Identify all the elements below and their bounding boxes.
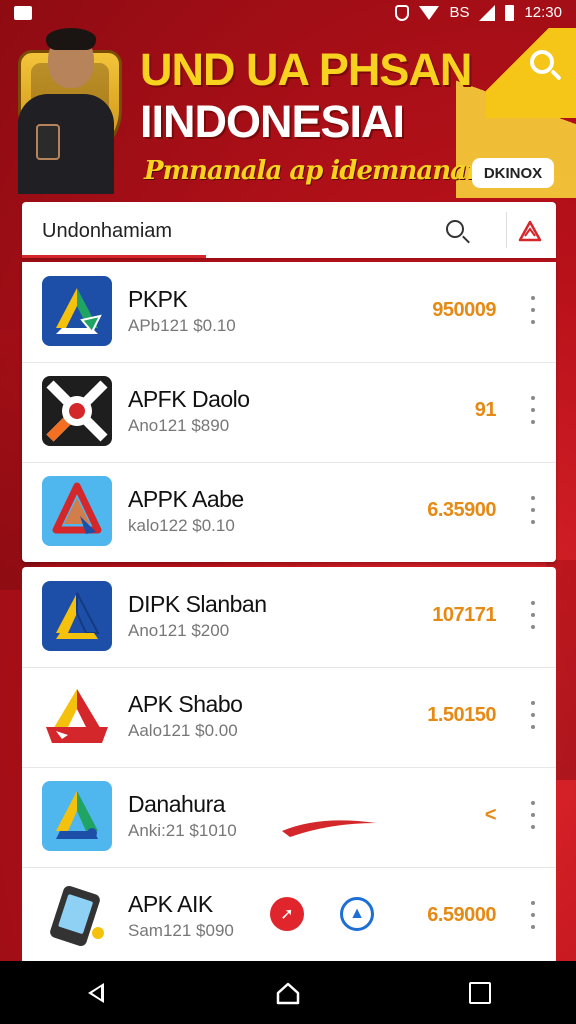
- drive-app-icon: [42, 681, 112, 751]
- app-name: Danahura: [128, 791, 226, 817]
- app-meta: Sam121 $090: [128, 921, 234, 940]
- status-bar: BS 12:30: [0, 0, 576, 28]
- more-options-icon[interactable]: [526, 296, 540, 324]
- home-icon: [276, 982, 300, 1004]
- list-item[interactable]: Danahura Anki:21 $1010 <: [22, 767, 556, 867]
- aperture-app-icon: [42, 376, 112, 446]
- drive-app-icon: [42, 276, 112, 346]
- app-value: 950009: [432, 299, 496, 321]
- app-name: APK AIK: [128, 891, 213, 917]
- app-name: APK Shabo: [128, 691, 243, 717]
- list-item[interactable]: PKPK APb121 $0.10 950009: [22, 262, 556, 362]
- list-item[interactable]: APPK Aabe kalo122 $0.10 6.35900: [22, 462, 556, 562]
- battery-icon: [505, 4, 515, 21]
- warning-icon[interactable]: [508, 216, 552, 246]
- triangle-app-icon: [42, 476, 112, 546]
- app-meta: Ano121 $200: [128, 621, 230, 640]
- back-button[interactable]: [66, 968, 126, 1018]
- search-icon[interactable]: [446, 220, 464, 238]
- signal-icon: [479, 4, 496, 21]
- send-icon[interactable]: ➚: [270, 897, 304, 931]
- banner-title-line2: IINDONESIAI: [140, 96, 405, 147]
- more-options-icon[interactable]: [526, 701, 540, 729]
- notification-icon: [14, 6, 32, 20]
- banner-tagline: Pmnanala ap idemnanana.: [144, 156, 509, 186]
- search-icon: [530, 50, 554, 74]
- phone-icon: [36, 124, 60, 160]
- more-options-icon[interactable]: [526, 801, 540, 829]
- recents-icon: [469, 981, 491, 1004]
- app-value: 6.59000: [427, 904, 496, 926]
- network-label: BS: [449, 4, 470, 21]
- recents-button[interactable]: [450, 968, 510, 1018]
- app-value: 6.35900: [427, 499, 496, 521]
- banner-title-line1: UND UA PHSAN: [140, 44, 472, 95]
- app-value: 91: [474, 399, 497, 421]
- clock: 12:30: [524, 4, 562, 21]
- divider: [506, 212, 507, 248]
- app-name: DIPK Slanban: [128, 591, 267, 617]
- app-meta: APb121 $0.10: [128, 316, 236, 335]
- smartphone-app-icon: [42, 881, 112, 951]
- drive-app-icon: [42, 781, 112, 851]
- app-meta: Ano121 $890: [128, 416, 230, 435]
- search-bar[interactable]: Undonhamiam: [22, 202, 556, 258]
- drive-app-icon: [42, 581, 112, 651]
- header-search-button[interactable]: [520, 40, 564, 84]
- search-input[interactable]: Undonhamiam: [42, 220, 172, 243]
- app-name: APPK Aabe: [128, 486, 244, 512]
- shield-icon: [395, 4, 410, 21]
- app-name: PKPK: [128, 286, 188, 312]
- app-value: <: [484, 804, 497, 826]
- app-meta: Aalo121 $0.00: [128, 721, 238, 740]
- banner-person-image: [0, 28, 120, 194]
- compass-icon[interactable]: ▲: [340, 897, 374, 931]
- more-options-icon[interactable]: [526, 496, 540, 524]
- app-value: 1.50150: [427, 704, 496, 726]
- app-name: APFK Daolo: [128, 386, 250, 412]
- app-meta: kalo122 $0.10: [128, 516, 235, 535]
- system-nav-bar: [0, 961, 576, 1024]
- app-list-card-1: PKPK APb121 $0.10 950009 APFK Daolo Ano1…: [22, 262, 556, 562]
- wifi-icon: [419, 5, 440, 20]
- app-meta: Anki:21 $1010: [128, 821, 237, 840]
- swoosh-icon: [282, 820, 376, 837]
- list-item[interactable]: APFK Daolo Ano121 $890 91: [22, 362, 556, 462]
- back-icon: [88, 982, 104, 1003]
- home-button[interactable]: [258, 968, 318, 1018]
- more-options-icon[interactable]: [526, 601, 540, 629]
- app-list-card-2: DIPK Slanban Ano121 $200 107171 APK Shab…: [22, 567, 556, 961]
- more-options-icon[interactable]: [526, 901, 540, 929]
- banner-pill-button[interactable]: DKINOX: [472, 158, 554, 188]
- list-item[interactable]: APK AIK Sam121 $090 ➚ ▲ 6.59000: [22, 867, 556, 967]
- search-underline: [22, 255, 206, 258]
- app-value: 107171: [432, 604, 496, 626]
- list-item[interactable]: APK Shabo Aalo121 $0.00 1.50150: [22, 667, 556, 767]
- list-item[interactable]: DIPK Slanban Ano121 $200 107171: [22, 567, 556, 667]
- more-options-icon[interactable]: [526, 396, 540, 424]
